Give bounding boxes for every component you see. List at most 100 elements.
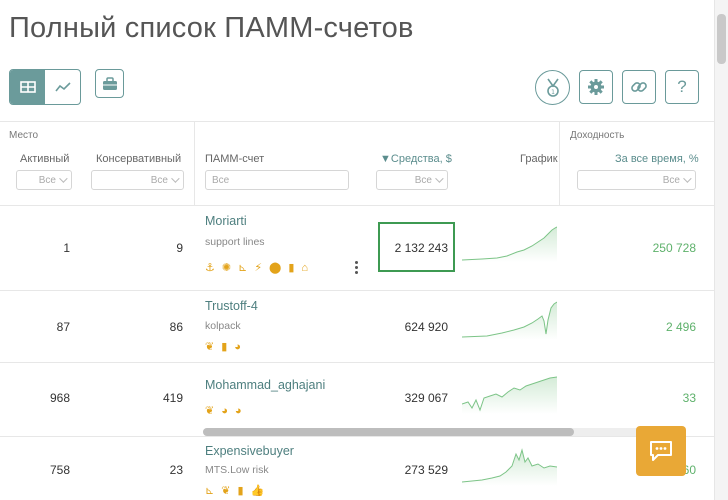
line-chart-icon xyxy=(54,82,71,92)
chevron-down-icon xyxy=(435,174,444,183)
leverage-icon: ⊾ xyxy=(238,262,248,274)
runner-icon: ✺ xyxy=(221,262,232,274)
handshake-icon: ❦ xyxy=(221,485,231,497)
funds-filter[interactable]: Все xyxy=(376,170,448,190)
chart-column-header: График xyxy=(520,153,558,165)
portfolio-button[interactable] xyxy=(95,69,124,98)
yield-value: 2 496 xyxy=(665,320,696,334)
conservative-rank: 419 xyxy=(162,391,183,405)
account-subtitle: kolpack xyxy=(205,320,241,332)
page-title: Полный список ПАММ-счетов xyxy=(9,12,414,44)
view-toggle[interactable] xyxy=(9,69,81,105)
account-badges: ❦ ▮ ◕ xyxy=(205,341,241,353)
conservative-filter[interactable]: Все xyxy=(91,170,184,190)
sparkline-chart xyxy=(462,226,557,262)
gear-icon xyxy=(588,79,604,95)
svg-text:1: 1 xyxy=(551,89,555,96)
chevron-down-icon xyxy=(59,174,68,183)
chevron-down-icon xyxy=(171,174,180,183)
share-link-button[interactable] xyxy=(622,70,656,104)
account-badges: ❦ ◕ ◕ xyxy=(205,405,242,417)
yield-filter-value: Все xyxy=(662,174,680,186)
vertical-scrollbar[interactable] xyxy=(714,0,728,500)
active-rank: 758 xyxy=(49,463,70,477)
funds-highlight-box xyxy=(378,222,455,272)
help-button[interactable]: ? xyxy=(665,70,699,104)
account-search-input[interactable]: Все xyxy=(205,170,349,190)
active-rank: 87 xyxy=(56,320,70,334)
yield-group-label: Доходность xyxy=(570,130,625,141)
active-filter-value: Все xyxy=(38,174,56,186)
conservative-rank: 23 xyxy=(169,463,183,477)
account-subtitle: support lines xyxy=(205,236,265,248)
speedometer-icon: ◕ xyxy=(234,341,241,353)
row-divider xyxy=(0,436,714,437)
account-name-link[interactable]: Moriarti xyxy=(205,214,247,228)
account-name-link[interactable]: Expensivebuyer xyxy=(205,444,294,458)
active-rank: 1 xyxy=(63,241,70,255)
vertical-scroll-thumb[interactable] xyxy=(717,14,726,64)
account-column-header[interactable]: ПАММ-счет xyxy=(205,153,264,165)
yield-group-divider xyxy=(559,121,560,205)
funds-value: 624 920 xyxy=(404,320,448,334)
table-icon xyxy=(19,81,36,93)
sparkline-chart xyxy=(462,301,557,340)
link-icon xyxy=(631,82,647,92)
anchor-icon: ⚓ xyxy=(205,262,215,274)
briefcase-icon xyxy=(102,76,117,90)
yield-value: 250 728 xyxy=(652,241,696,255)
active-column-header[interactable]: Активный xyxy=(20,153,69,165)
active-rank: 968 xyxy=(49,391,70,405)
speedometer-icon: ◕ xyxy=(234,405,242,417)
sparkline-chart xyxy=(462,376,557,414)
funds-value: 329 067 xyxy=(404,391,448,405)
handshake-icon: ❦ xyxy=(205,405,215,417)
signal-bars-icon: ▮ xyxy=(221,341,228,353)
conservative-filter-value: Все xyxy=(150,174,168,186)
row-divider xyxy=(0,290,714,291)
account-subtitle: MTS.Low risk xyxy=(205,464,269,476)
sparkline-chart xyxy=(462,448,557,486)
yield-column-header[interactable]: За все время, % xyxy=(615,153,699,165)
funds-value: 273 529 xyxy=(404,463,448,477)
account-badges: ⊾ ❦ ▮ 👍 xyxy=(205,485,264,497)
chat-button[interactable] xyxy=(636,426,686,476)
account-name-link[interactable]: Trustoff-4 xyxy=(205,299,258,313)
more-options-icon[interactable] xyxy=(355,261,359,276)
home-icon: ⌂ xyxy=(301,262,309,274)
account-badges: ⚓ ✺ ⊾ ⚡ ⬤ ▮ ⌂ xyxy=(205,262,308,274)
active-filter[interactable]: Все xyxy=(16,170,72,190)
header-divider-top xyxy=(0,121,714,122)
signal-bars-icon: ▮ xyxy=(237,485,244,497)
leverage-icon: ⊾ xyxy=(205,485,215,497)
chart-view-button[interactable] xyxy=(45,70,80,104)
conservative-column-header[interactable]: Консервативный xyxy=(96,153,181,165)
horizontal-scroll-thumb[interactable] xyxy=(203,428,574,436)
chat-bubble-icon: ◕ xyxy=(221,405,228,417)
signal-bars-icon: ▮ xyxy=(288,262,295,274)
table-view-button[interactable] xyxy=(10,70,45,104)
place-group-label: Место xyxy=(9,130,39,141)
row-divider xyxy=(0,362,714,363)
conservative-rank: 86 xyxy=(169,320,183,334)
account-name-link[interactable]: Mohammad_aghajani xyxy=(205,378,325,392)
weight-icon: ⬤ xyxy=(269,262,282,274)
funds-column-header[interactable]: ▼Средства, $ xyxy=(380,153,452,165)
medal-icon: 1 xyxy=(546,78,559,97)
chat-icon xyxy=(650,441,672,461)
header-divider-bottom xyxy=(0,205,714,206)
horizontal-scrollbar[interactable] xyxy=(203,428,683,436)
question-icon: ? xyxy=(677,77,687,96)
funds-filter-value: Все xyxy=(414,174,432,186)
yield-filter[interactable]: Все xyxy=(577,170,696,190)
settings-button[interactable] xyxy=(579,70,613,104)
yield-value: 33 xyxy=(682,391,696,405)
chevron-down-icon xyxy=(683,174,692,183)
handshake-icon: ❦ xyxy=(205,341,215,353)
thumbs-up-icon: 👍 xyxy=(250,485,265,497)
conservative-rank: 9 xyxy=(176,241,183,255)
account-search-placeholder: Все xyxy=(212,174,230,186)
place-group-divider xyxy=(194,121,195,205)
rating-button[interactable]: 1 xyxy=(535,70,570,105)
lightning-icon: ⚡ xyxy=(254,262,263,274)
